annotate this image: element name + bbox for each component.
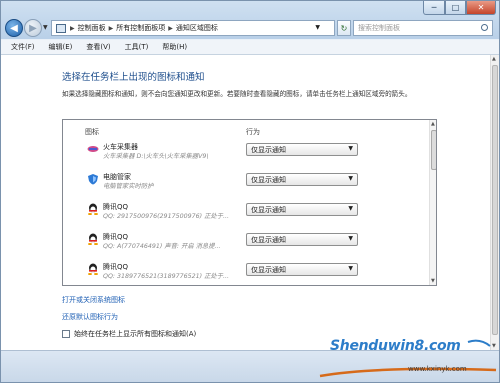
app-detail: QQ: 3189776521(3189776521) 正处于... — [103, 273, 229, 280]
behavior-value: 仅显示通知 — [251, 205, 286, 214]
show-all-icons-checkbox[interactable] — [62, 330, 70, 338]
qq-penguin-icon — [88, 263, 98, 275]
menu-file[interactable]: 文件(F) — [11, 42, 35, 52]
behavior-select[interactable]: 仅显示通知 ▼ — [246, 173, 358, 186]
arrow-left-icon: ◀ — [10, 22, 18, 34]
page-description: 如果选择隐藏图标和通知，则不会向您通知更改和更新。若要随时查看隐藏的图标，请单击… — [62, 90, 412, 98]
breadcrumb-control-panel[interactable]: 控制面板 — [78, 23, 106, 33]
train-collector-icon — [87, 146, 99, 152]
notification-icons-list: 图标 行为 火车采集器 火车采集器 D:\火车头\火车采集器V9\ 仅显示通知 … — [62, 119, 437, 286]
qq-penguin-icon — [88, 233, 98, 245]
checkbox-label: 始终在任务栏上显示所有图标和通知(A) — [74, 330, 197, 338]
list-scrollbar[interactable]: ▲ ▼ — [429, 120, 436, 285]
scroll-up-icon[interactable]: ▲ — [431, 121, 435, 127]
chevron-down-icon: ▼ — [348, 175, 353, 182]
breadcrumb-all-items[interactable]: 所有控制面板项 — [116, 23, 165, 33]
breadcrumb-separator-icon[interactable]: ▶ — [168, 25, 173, 32]
behavior-value: 仅显示通知 — [251, 145, 286, 154]
app-detail: 电脑管家实时防护 — [103, 183, 154, 190]
chevron-down-icon: ▼ — [348, 235, 353, 242]
menu-tools[interactable]: 工具(T) — [125, 42, 149, 52]
column-header-icon: 图标 — [85, 128, 99, 136]
content-scrollbar[interactable]: ▲ ▼ — [490, 55, 499, 350]
search-input[interactable]: 搜索控制面板 — [353, 20, 493, 36]
app-detail: QQ: A(770746491) 声音: 开启 消息提... — [103, 243, 221, 250]
chevron-down-icon: ▼ — [348, 265, 353, 272]
minimize-button[interactable]: ─ — [423, 1, 445, 15]
maximize-button[interactable]: □ — [445, 1, 466, 15]
back-button[interactable]: ◀ — [5, 19, 23, 37]
list-item: 电脑管家 电脑管家实时防护 仅显示通知 ▼ — [63, 168, 429, 198]
forward-button[interactable]: ▶ — [24, 19, 42, 37]
restore-defaults-link[interactable]: 还原默认图标行为 — [62, 312, 118, 322]
app-detail: 火车采集器 D:\火车头\火车采集器V9\ — [103, 153, 209, 160]
show-all-icons-option[interactable]: 始终在任务栏上显示所有图标和通知(A) — [62, 329, 196, 339]
list-item: 腾讯QQ QQ: A(770746491) 声音: 开启 消息提... 仅显示通… — [63, 228, 429, 258]
column-header-behavior: 行为 — [246, 128, 260, 136]
close-button[interactable]: ✕ — [466, 1, 496, 15]
breadcrumb-notification-icons[interactable]: 通知区域图标 — [176, 23, 218, 33]
chevron-down-icon: ▼ — [348, 145, 353, 152]
watermark-subtext: www.kxinyk.com — [408, 365, 467, 373]
shield-icon — [88, 174, 98, 185]
scroll-down-icon[interactable]: ▼ — [431, 278, 435, 284]
main-content: 选择在任务栏上出现的图标和通知 如果选择隐藏图标和通知，则不会向您通知更改和更新… — [1, 55, 490, 350]
system-icons-link[interactable]: 打开或关闭系统图标 — [62, 295, 125, 305]
behavior-select[interactable]: 仅显示通知 ▼ — [246, 233, 358, 246]
page-title: 选择在任务栏上出现的图标和通知 — [62, 72, 205, 83]
list-item: 腾讯QQ QQ: 2917500976(2917500976) 正处于... 仅… — [63, 198, 429, 228]
control-panel-window: ─ □ ✕ ◀ ▶ ▼ ▶ 控制面板 ▶ 所有控制面板项 ▶ 通知区域图标 ▼ … — [0, 0, 500, 383]
refresh-button[interactable]: ↻ — [337, 20, 351, 36]
recent-pages-dropdown[interactable]: ▼ — [43, 24, 48, 31]
chevron-down-icon[interactable]: ▼ — [315, 24, 320, 31]
scroll-up-icon[interactable]: ▲ — [492, 56, 496, 62]
qq-penguin-icon — [88, 203, 98, 215]
list-item: 腾讯QQ QQ: 3189776521(3189776521) 正处于... 仅… — [63, 258, 429, 285]
title-bar: ─ □ ✕ ◀ ▶ ▼ ▶ 控制面板 ▶ 所有控制面板项 ▶ 通知区域图标 ▼ … — [1, 1, 499, 39]
scroll-thumb[interactable] — [492, 65, 498, 335]
chevron-down-icon: ▼ — [348, 205, 353, 212]
menu-bar: 文件(F) 编辑(E) 查看(V) 工具(T) 帮助(H) — [1, 40, 499, 55]
search-icon — [481, 24, 488, 31]
breadcrumb-separator-icon[interactable]: ▶ — [109, 25, 114, 32]
behavior-select[interactable]: 仅显示通知 ▼ — [246, 143, 358, 156]
address-bar[interactable]: ▶ 控制面板 ▶ 所有控制面板项 ▶ 通知区域图标 ▼ — [51, 20, 335, 36]
list-item: 火车采集器 火车采集器 D:\火车头\火车采集器V9\ 仅显示通知 ▼ — [63, 138, 429, 168]
behavior-value: 仅显示通知 — [251, 235, 286, 244]
list-header: 图标 行为 — [63, 120, 429, 138]
behavior-value: 仅显示通知 — [251, 175, 286, 184]
behavior-value: 仅显示通知 — [251, 265, 286, 274]
scroll-thumb[interactable] — [431, 130, 436, 170]
breadcrumb-separator-icon[interactable]: ▶ — [70, 25, 75, 32]
app-detail: QQ: 2917500976(2917500976) 正处于... — [103, 213, 229, 220]
watermark-text: Shenduwin8.com — [330, 338, 461, 354]
behavior-select[interactable]: 仅显示通知 ▼ — [246, 263, 358, 276]
menu-view[interactable]: 查看(V) — [86, 42, 110, 52]
menu-help[interactable]: 帮助(H) — [162, 42, 187, 52]
refresh-icon: ↻ — [340, 23, 348, 33]
search-placeholder: 搜索控制面板 — [358, 24, 400, 32]
arrow-right-icon: ▶ — [29, 22, 37, 34]
menu-edit[interactable]: 编辑(E) — [49, 42, 73, 52]
behavior-select[interactable]: 仅显示通知 ▼ — [246, 203, 358, 216]
control-panel-icon — [56, 23, 66, 33]
